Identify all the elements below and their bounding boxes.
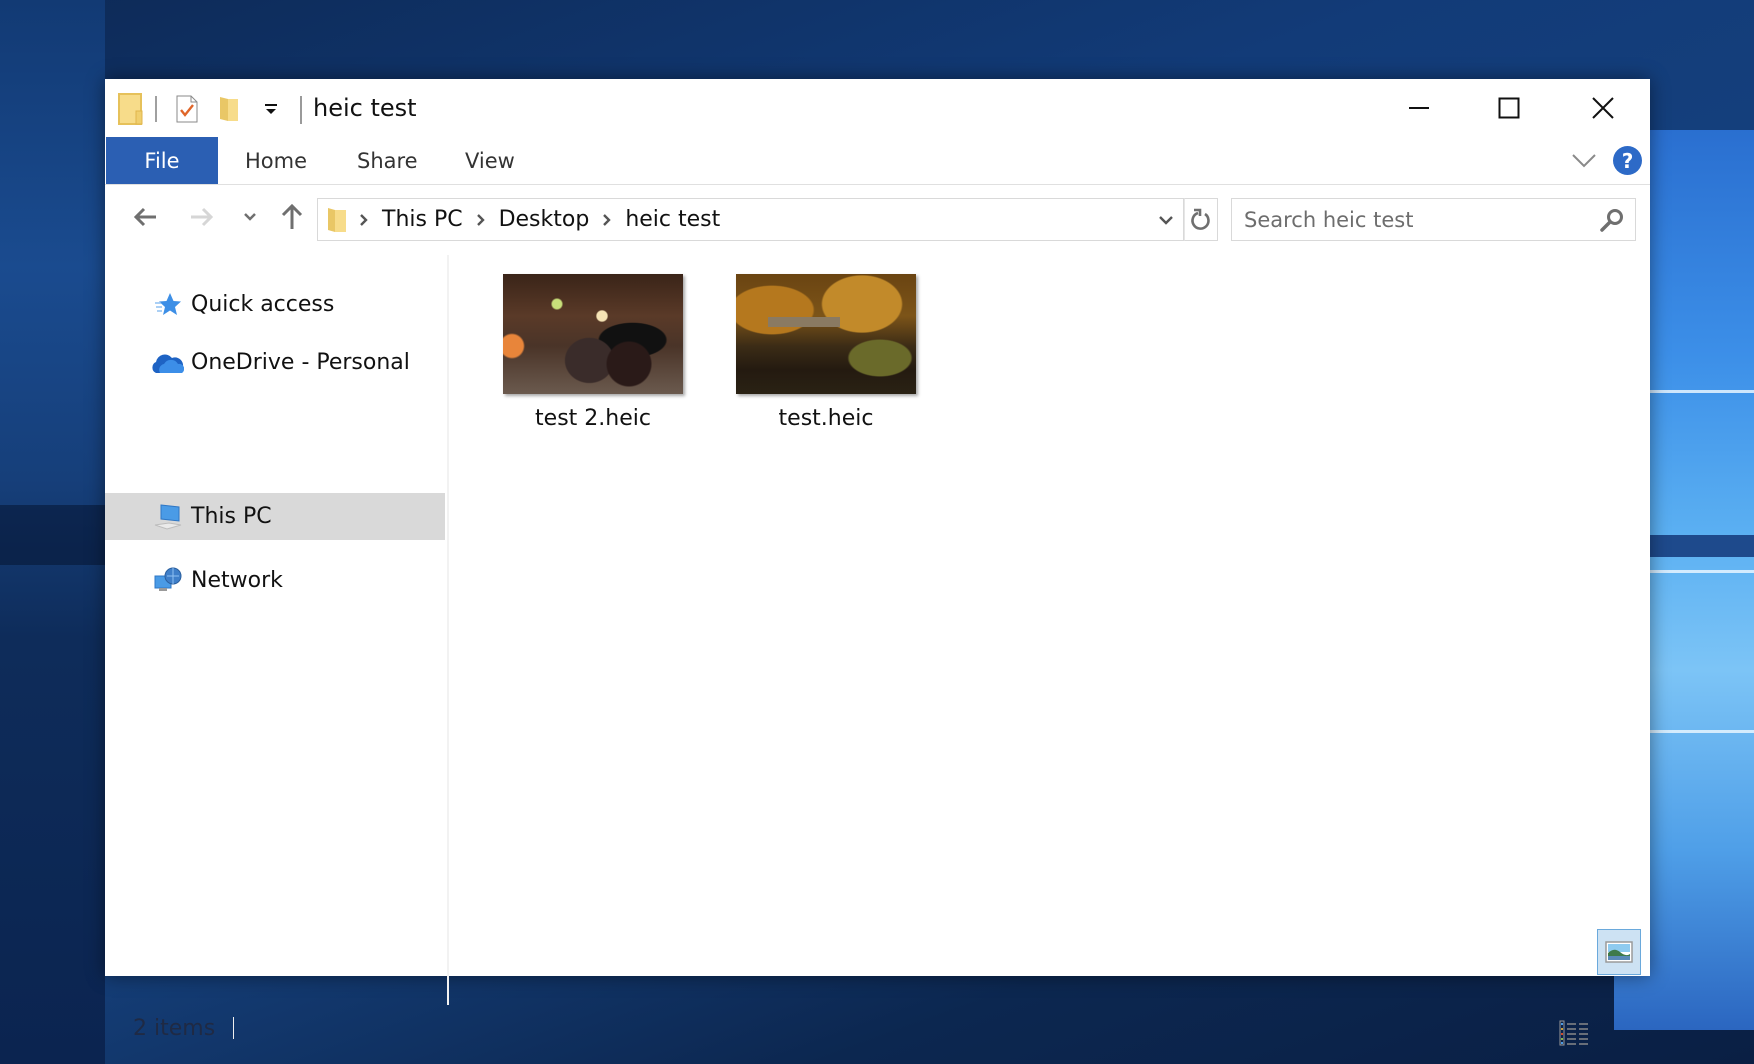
up-arrow-icon	[281, 204, 303, 229]
wallpaper-band	[1650, 535, 1754, 557]
details-view-icon	[1559, 1020, 1588, 1046]
minimize-icon	[1409, 107, 1429, 109]
sidebar-item-onedrive[interactable]: OneDrive - Personal	[105, 339, 445, 386]
close-button[interactable]	[1557, 79, 1649, 137]
tab-file[interactable]: File	[106, 137, 218, 184]
new-folder-icon[interactable]	[215, 93, 243, 125]
back-button[interactable]	[128, 198, 162, 236]
close-icon	[1592, 97, 1614, 119]
chevron-down-icon	[244, 213, 256, 221]
recent-locations-button[interactable]	[233, 198, 267, 236]
breadcrumb-this-pc[interactable]: This PC	[378, 207, 467, 232]
large-icons-view-button[interactable]	[1597, 929, 1641, 975]
chevron-down-icon	[1572, 154, 1596, 168]
ribbon-tabs: File Home Share View ?	[105, 137, 1650, 185]
breadcrumb-heic-test[interactable]: heic test	[621, 207, 724, 232]
search-box[interactable]	[1231, 198, 1636, 241]
forward-button[interactable]	[185, 198, 219, 236]
sidebar-item-network[interactable]: Network	[105, 557, 445, 604]
title-bar: heic test	[105, 79, 1650, 137]
minimize-button[interactable]	[1373, 79, 1465, 137]
help-button[interactable]: ?	[1613, 146, 1642, 175]
address-history-dropdown[interactable]	[1149, 199, 1183, 240]
window-title: heic test	[313, 94, 417, 122]
properties-icon[interactable]	[173, 93, 201, 125]
tab-view[interactable]: View	[465, 137, 515, 184]
breadcrumb-separator-icon[interactable]	[350, 213, 378, 227]
sidebar-item-quick-access[interactable]: Quick access	[105, 281, 445, 328]
forward-arrow-icon	[191, 207, 214, 227]
toolbar-separator	[155, 96, 157, 122]
breadcrumb-separator-icon[interactable]	[593, 213, 621, 227]
file-name: test.heic	[778, 406, 874, 431]
sidebar-item-label: Quick access	[191, 292, 335, 317]
tab-share[interactable]: Share	[357, 137, 418, 184]
address-bar[interactable]: This PC Desktop heic test	[317, 198, 1184, 241]
expand-ribbon-button[interactable]	[1570, 147, 1598, 175]
details-view-button[interactable]	[1557, 1016, 1591, 1050]
quick-access-toolbar	[117, 93, 285, 125]
network-icon	[153, 566, 183, 596]
cloud-icon	[149, 348, 185, 378]
search-icon[interactable]	[1599, 207, 1625, 233]
breadcrumb-desktop[interactable]: Desktop	[495, 207, 594, 232]
computer-icon	[153, 502, 183, 532]
star-icon	[153, 290, 183, 320]
refresh-icon	[1191, 208, 1210, 230]
up-button[interactable]	[275, 198, 309, 236]
tab-home[interactable]: Home	[245, 137, 307, 184]
sidebar-item-label: This PC	[191, 504, 272, 529]
folder-icon	[117, 93, 145, 125]
chevron-down-icon	[1159, 215, 1173, 225]
customize-toolbar-dropdown-icon[interactable]	[257, 93, 285, 125]
wallpaper-line	[1650, 570, 1754, 573]
navigation-bar: This PC Desktop heic test	[105, 185, 1650, 251]
desktop-wallpaper-left	[0, 0, 105, 1064]
wallpaper-line	[1650, 730, 1754, 733]
maximize-icon	[1498, 97, 1520, 119]
maximize-button[interactable]	[1463, 79, 1555, 137]
item-count: 2 items	[133, 1016, 216, 1041]
sidebar-item-label: Network	[191, 568, 283, 593]
search-input[interactable]	[1232, 207, 1572, 232]
navigation-pane: Quick access OneDrive - Personal This PC…	[105, 251, 446, 1006]
file-item[interactable]: test 2.heic	[486, 268, 700, 448]
file-name: test 2.heic	[535, 406, 651, 431]
refresh-button[interactable]	[1184, 198, 1218, 241]
large-icons-view-icon	[1605, 941, 1633, 963]
sidebar-item-this-pc[interactable]: This PC	[105, 493, 445, 540]
breadcrumb-separator-icon[interactable]	[467, 213, 495, 227]
back-arrow-icon	[133, 207, 156, 227]
thumbnail-night-city-street	[503, 274, 683, 394]
folder-icon	[324, 205, 350, 235]
thumbnail-autumn-lake-gazebo	[736, 274, 916, 394]
file-explorer-window: heic test File Home Share View ? This PC…	[105, 79, 1650, 1046]
sidebar-item-label: OneDrive - Personal	[191, 350, 410, 375]
file-list: test 2.heic test.heic	[449, 251, 1649, 1006]
title-separator	[300, 96, 302, 124]
file-item[interactable]: test.heic	[719, 268, 933, 448]
status-bar: 2 items	[105, 1006, 1650, 1056]
status-separator	[233, 1017, 234, 1039]
wallpaper-line	[1650, 390, 1754, 393]
